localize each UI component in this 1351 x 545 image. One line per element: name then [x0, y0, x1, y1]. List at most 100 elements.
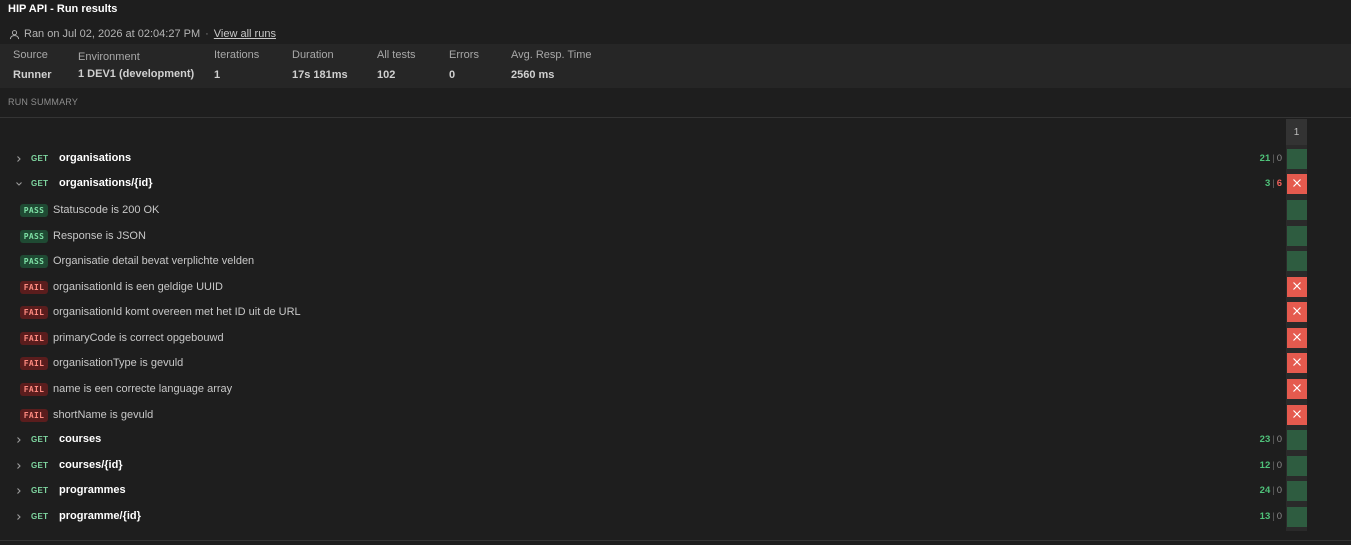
request-row[interactable]: GET programme/{id} 13 | 0 — [0, 505, 1351, 530]
result-cell-fail[interactable] — [1287, 379, 1307, 399]
request-name[interactable]: courses — [59, 433, 101, 445]
close-icon — [1292, 306, 1302, 319]
divider — [0, 117, 1351, 118]
test-row: FAIL organisationType is gevuld — [0, 351, 1351, 376]
request-row[interactable]: GET programmes 24 | 0 — [0, 479, 1351, 504]
passed-count: 3 — [1264, 178, 1271, 189]
count-separator: | — [1272, 434, 1275, 445]
result-cell-pass[interactable] — [1287, 456, 1307, 476]
pass-badge: PASS — [20, 230, 48, 243]
request-name[interactable]: programmes — [59, 484, 126, 496]
result-cell-fail[interactable] — [1287, 328, 1307, 348]
page-title: HIP API - Run results — [8, 3, 118, 15]
close-icon — [1292, 357, 1302, 370]
close-icon — [1292, 383, 1302, 396]
test-counts: 24 | 0 — [1260, 485, 1282, 496]
chevron-right-icon[interactable] — [13, 460, 25, 472]
count-separator: | — [1272, 485, 1275, 496]
fail-badge: FAIL — [20, 306, 48, 319]
passed-count: 24 — [1259, 485, 1271, 496]
result-cell-pass[interactable] — [1287, 200, 1307, 220]
test-row: PASS Statuscode is 200 OK — [0, 198, 1351, 223]
chevron-right-icon[interactable] — [13, 434, 25, 446]
method-badge: GET — [31, 179, 49, 188]
passed-count: 13 — [1259, 511, 1271, 522]
request-row[interactable]: GET organisations 21 | 0 — [0, 147, 1351, 172]
iteration-header: 1 — [1286, 119, 1307, 145]
failed-count: 6 — [1276, 178, 1282, 189]
result-cell-pass[interactable] — [1287, 481, 1307, 501]
failed-count: 0 — [1276, 460, 1282, 471]
request-row[interactable]: GET organisations/{id} 3 | 6 — [0, 172, 1351, 197]
method-badge: GET — [31, 486, 49, 495]
stat-label: Avg. Resp. Time — [511, 49, 592, 61]
test-name: shortName is gevuld — [53, 409, 154, 421]
fail-badge: FAIL — [20, 332, 48, 345]
test-row: FAIL organisationId is een geldige UUID — [0, 275, 1351, 300]
stat-value: 1 — [214, 69, 221, 81]
pass-badge: PASS — [20, 255, 48, 268]
result-cell-pass[interactable] — [1287, 226, 1307, 246]
count-separator: | — [1272, 511, 1275, 522]
count-separator: | — [1272, 153, 1275, 164]
result-cell-pass[interactable] — [1287, 251, 1307, 271]
passed-count: 23 — [1259, 434, 1271, 445]
method-badge: GET — [31, 461, 49, 470]
close-icon — [1292, 178, 1302, 191]
result-cell-fail[interactable] — [1287, 405, 1307, 425]
failed-count: 0 — [1276, 434, 1282, 445]
result-cell-fail[interactable] — [1287, 277, 1307, 297]
pass-badge: PASS — [20, 204, 48, 217]
stat-label: Duration — [292, 49, 334, 61]
result-cell-pass[interactable] — [1287, 507, 1307, 527]
chevron-right-icon[interactable] — [13, 153, 25, 165]
result-cell-fail[interactable] — [1287, 174, 1307, 194]
test-name: organisationType is gevuld — [53, 357, 184, 369]
result-cell-pass[interactable] — [1287, 149, 1307, 169]
stat-value: Runner — [13, 69, 52, 81]
request-name[interactable]: organisations/{id} — [59, 177, 153, 189]
test-counts: 3 | 6 — [1265, 178, 1282, 189]
result-cell-pass[interactable] — [1287, 430, 1307, 450]
test-row: PASS Response is JSON — [0, 224, 1351, 249]
test-name: Statuscode is 200 OK — [53, 204, 160, 216]
test-name: primaryCode is correct opgebouwd — [53, 332, 224, 344]
chevron-down-icon[interactable] — [13, 178, 25, 190]
test-counts: 12 | 0 — [1260, 460, 1282, 471]
method-badge: GET — [31, 154, 49, 163]
close-icon — [1292, 409, 1302, 422]
count-separator: | — [1272, 178, 1275, 189]
stat-value: 0 — [449, 69, 456, 81]
test-counts: 23 | 0 — [1260, 434, 1282, 445]
test-name: name is een correcte language array — [53, 383, 233, 395]
stat-label: All tests — [377, 49, 416, 61]
passed-count: 21 — [1259, 153, 1271, 164]
stat-label: Source — [13, 49, 48, 61]
stat-label: Iterations — [214, 49, 260, 61]
fail-badge: FAIL — [20, 357, 48, 370]
stat-value: 102 — [377, 69, 396, 81]
test-counts: 13 | 0 — [1260, 511, 1282, 522]
request-name[interactable]: organisations — [59, 152, 131, 164]
request-row[interactable]: GET courses/{id} 12 | 0 — [0, 454, 1351, 479]
chevron-right-icon[interactable] — [13, 485, 25, 497]
request-row[interactable]: GET courses 23 | 0 — [0, 428, 1351, 453]
chevron-right-icon[interactable] — [13, 511, 25, 523]
result-cell-fail[interactable] — [1287, 302, 1307, 322]
method-badge: GET — [31, 512, 49, 521]
fail-badge: FAIL — [20, 281, 48, 294]
failed-count: 0 — [1276, 485, 1282, 496]
view-all-runs-link[interactable]: View all runs — [214, 28, 276, 40]
test-row: FAIL organisationId komt overeen met het … — [0, 300, 1351, 325]
request-name[interactable]: programme/{id} — [59, 510, 141, 522]
fail-badge: FAIL — [20, 409, 48, 422]
failed-count: 0 — [1276, 153, 1282, 164]
stat-label: Environment — [78, 51, 140, 63]
close-icon — [1292, 281, 1302, 294]
test-name: organisationId is een geldige UUID — [53, 281, 223, 293]
request-name[interactable]: courses/{id} — [59, 459, 123, 471]
stat-value: 17s 181ms — [292, 69, 348, 81]
stat-label: Errors — [449, 49, 479, 61]
test-name: Response is JSON — [53, 230, 146, 242]
result-cell-fail[interactable] — [1287, 353, 1307, 373]
